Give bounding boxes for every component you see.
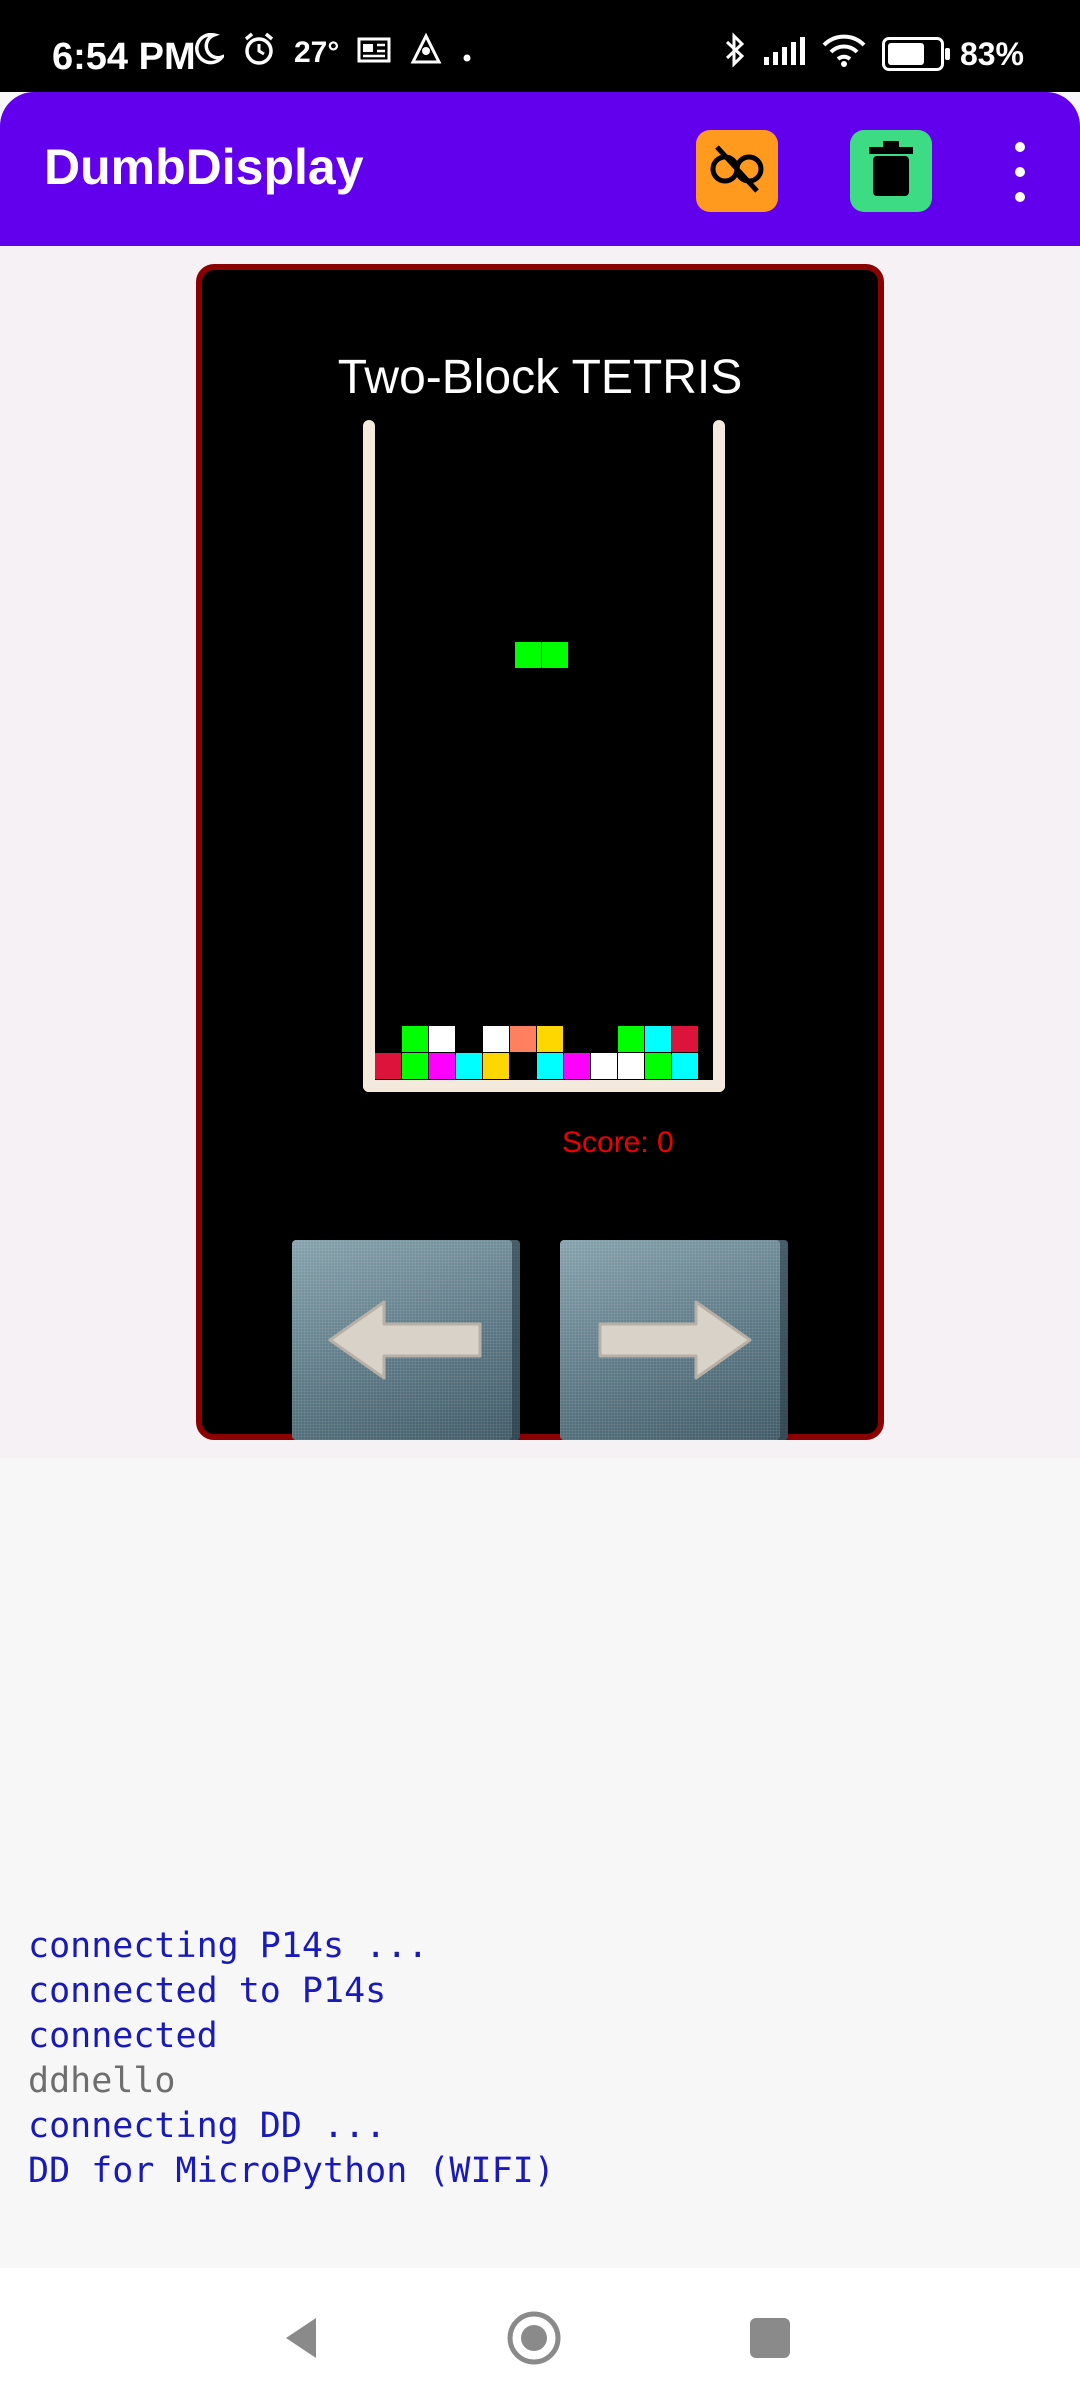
tetris-block xyxy=(537,1026,563,1052)
log-output: connecting P14s ... connected to P14s conn… xyxy=(28,1924,555,2194)
log-line: DD for MicroPython (WIFI) xyxy=(28,2151,555,2191)
well-floor xyxy=(363,1080,725,1092)
display-area: Two-Block TETRIS Score: 0 xyxy=(0,246,1080,1458)
app-title: DumbDisplay xyxy=(44,139,364,195)
status-left-icons: 27° xyxy=(194,32,473,74)
tetris-block xyxy=(510,1026,536,1052)
tetris-block xyxy=(429,1026,455,1052)
move-left-button[interactable] xyxy=(292,1240,520,1440)
tetris-block xyxy=(483,1053,509,1079)
status-time: 6:54 PM xyxy=(52,36,196,78)
moon-icon xyxy=(194,32,227,73)
bluetooth-icon xyxy=(724,32,746,76)
delete-button[interactable] xyxy=(850,130,932,212)
score-label: Score: 0 xyxy=(562,1126,674,1159)
status-bar: 6:54 PM 27° 83% xyxy=(0,0,1080,92)
game-panel: Two-Block TETRIS Score: 0 xyxy=(196,264,884,1440)
log-line: connecting DD ... xyxy=(28,2106,387,2146)
alarm-icon xyxy=(242,32,276,74)
home-icon[interactable] xyxy=(506,2310,562,2366)
delete-icon xyxy=(865,139,917,204)
well-left-wall xyxy=(363,420,375,1092)
app-notification-icon xyxy=(409,32,443,74)
tetris-well xyxy=(363,420,725,1092)
falling-piece-block xyxy=(542,642,568,668)
status-right-icons: 83% xyxy=(724,32,1024,76)
tetris-block xyxy=(537,1053,563,1079)
tetris-block xyxy=(645,1053,671,1079)
battery-icon xyxy=(881,37,950,71)
back-icon[interactable] xyxy=(276,2310,332,2366)
tetris-block xyxy=(483,1026,509,1052)
signal-icon xyxy=(762,35,806,73)
tetris-block xyxy=(591,1053,617,1079)
tetris-block xyxy=(645,1026,671,1052)
app-bar: DumbDisplay xyxy=(0,92,1080,246)
arrow-left-icon xyxy=(328,1300,482,1380)
log-line: connected xyxy=(28,2016,218,2056)
game-title: Two-Block TETRIS xyxy=(337,351,743,404)
log-line: ddhello xyxy=(28,2061,176,2101)
wifi-icon xyxy=(822,33,866,75)
tetris-block xyxy=(375,1053,401,1079)
status-temperature: 27° xyxy=(294,36,340,69)
recents-icon[interactable] xyxy=(742,2310,798,2366)
well-right-wall xyxy=(713,420,725,1092)
news-icon xyxy=(357,35,391,72)
tetris-block xyxy=(672,1026,698,1052)
tetris-block xyxy=(402,1053,428,1079)
tetris-block xyxy=(564,1053,590,1079)
dot-icon xyxy=(461,35,473,72)
falling-piece-block xyxy=(515,642,541,668)
log-line: connecting P14s ... xyxy=(28,1926,429,1966)
unlink-icon xyxy=(707,139,767,204)
tetris-block xyxy=(402,1026,428,1052)
tetris-block xyxy=(618,1026,644,1052)
tetris-block xyxy=(618,1053,644,1079)
log-line: connected to P14s xyxy=(28,1971,387,2011)
move-right-button[interactable] xyxy=(560,1240,788,1440)
tetris-block xyxy=(456,1053,482,1079)
more-vert-icon[interactable] xyxy=(1000,142,1040,202)
tetris-block xyxy=(429,1053,455,1079)
navigation-bar xyxy=(0,2268,1080,2400)
unlink-button[interactable] xyxy=(696,130,778,212)
battery-percent: 83% xyxy=(959,35,1024,72)
arrow-right-icon xyxy=(598,1300,752,1380)
tetris-block xyxy=(672,1053,698,1079)
